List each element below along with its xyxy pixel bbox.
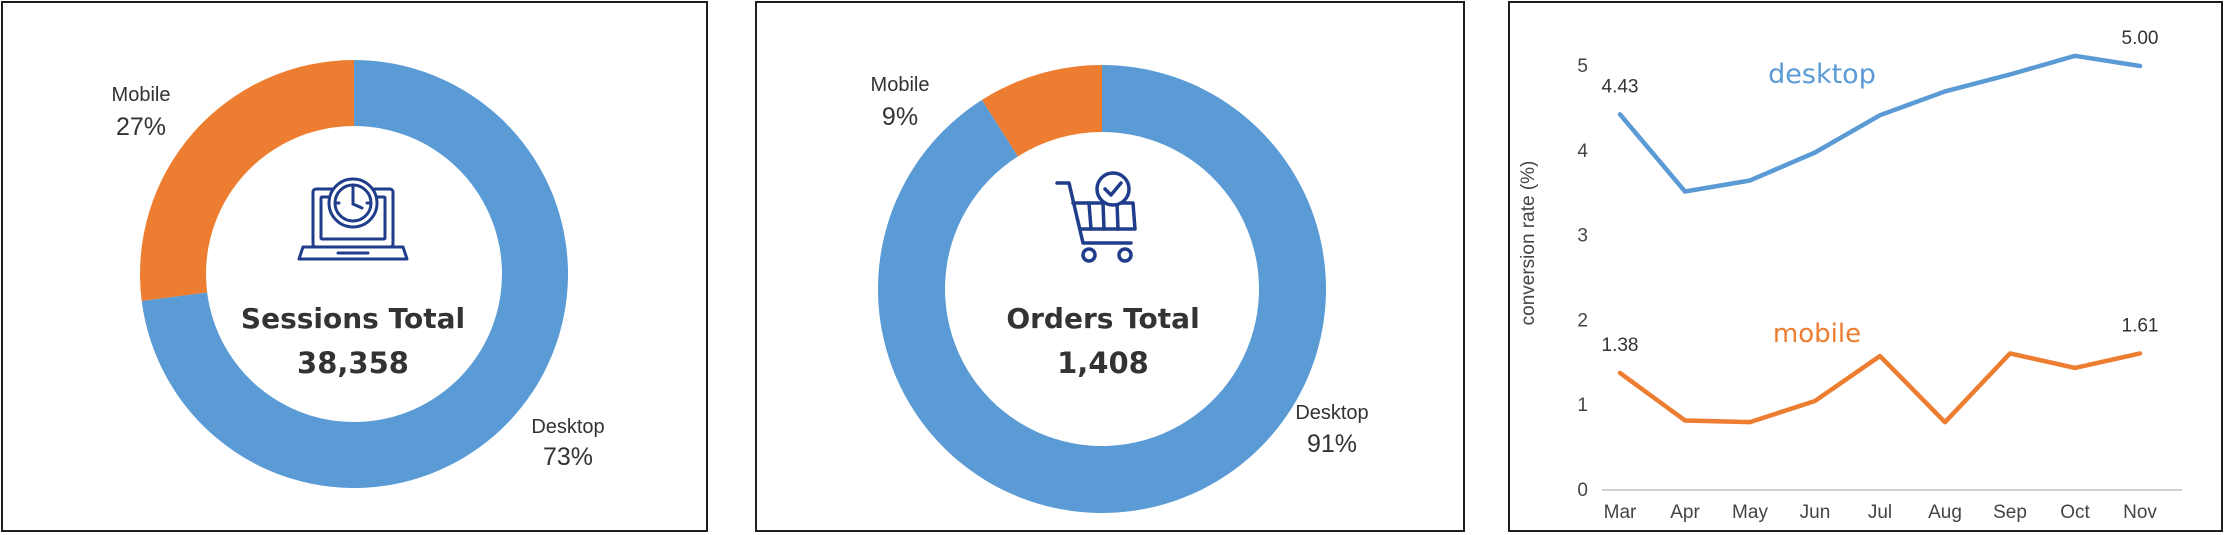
data-label-desktop-last: 5.00	[2122, 28, 2159, 49]
sessions-slice-mobile	[139, 60, 354, 301]
orders-mobile-label: Mobile	[871, 74, 930, 96]
x-tick-label: Jun	[1800, 502, 1831, 523]
y-tick-label: 2	[1577, 310, 1588, 331]
orders-donut-panel: Orders Total 1,408 Desktop 91% Mobile 9%	[755, 1, 1465, 532]
y-tick-label: 5	[1577, 56, 1588, 77]
series-line-desktop	[1617, 53, 2143, 194]
sessions-donut-panel: Sessions Total 38,358 Desktop 73% Mobile…	[1, 1, 708, 532]
x-tick-label: May	[1732, 502, 1768, 523]
x-tick-label: Aug	[1928, 502, 1962, 523]
data-label-desktop-first: 4.43	[1602, 76, 1639, 97]
orders-slice-desktop	[878, 65, 1326, 513]
orders-center-value: 1,408	[1057, 346, 1149, 380]
series-label-desktop: desktop	[1768, 59, 1876, 90]
x-tick-label: Nov	[2123, 502, 2157, 523]
shopping-cart-check-icon	[1055, 171, 1137, 263]
y-axis-label: conversion rate (%)	[1518, 161, 1539, 326]
x-tick-label: Apr	[1670, 502, 1700, 523]
y-tick-label: 4	[1577, 141, 1588, 162]
series-label-mobile: mobile	[1773, 319, 1861, 349]
series-line-mobile	[1617, 351, 2143, 425]
laptop-clock-icon	[297, 177, 409, 261]
conversion-line-chart: 0 1 2 3 4 5 Mar Apr May Jun Jul Aug Sep Oct Nov 4.43 5…	[1518, 28, 2182, 523]
data-label-mobile-first: 1.38	[1602, 335, 1639, 356]
sessions-mobile-percent: 27%	[116, 113, 166, 141]
sessions-center-title: Sessions Total	[241, 302, 465, 335]
y-tick-label: 1	[1577, 395, 1588, 416]
x-tick-label: Oct	[2060, 502, 2090, 523]
sessions-mobile-label: Mobile	[112, 84, 171, 106]
orders-center-title: Orders Total	[1006, 302, 1199, 335]
data-label-mobile-last: 1.61	[2122, 315, 2159, 336]
x-tick-label: Mar	[1604, 502, 1637, 523]
y-tick-label: 3	[1577, 226, 1588, 247]
orders-mobile-percent: 9%	[882, 103, 918, 131]
sessions-desktop-percent: 73%	[543, 443, 593, 471]
orders-desktop-label: Desktop	[1295, 402, 1368, 424]
x-tick-label: Sep	[1993, 502, 2027, 523]
orders-desktop-percent: 91%	[1307, 430, 1357, 458]
conversion-line-panel: 0 1 2 3 4 5 Mar Apr May Jun Jul Aug Sep Oct Nov 4.43 5…	[1508, 1, 2223, 532]
y-tick-label: 0	[1577, 480, 1588, 501]
sessions-desktop-label: Desktop	[531, 416, 604, 438]
sessions-donut-chart: Sessions Total 38,358 Desktop 73% Mobile…	[112, 60, 605, 488]
orders-donut-chart: Orders Total 1,408 Desktop 91% Mobile 9%	[871, 65, 1369, 513]
sessions-center-value: 38,358	[297, 346, 409, 380]
x-tick-label: Jul	[1868, 502, 1892, 523]
